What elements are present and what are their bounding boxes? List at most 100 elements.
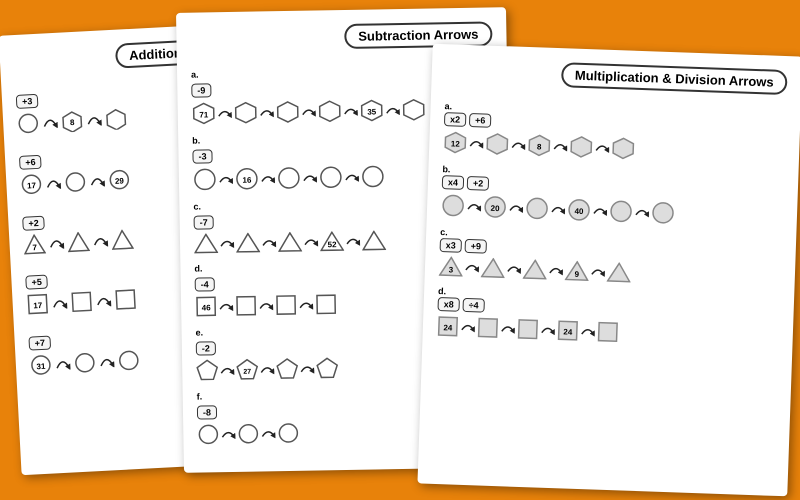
pentagon-shape: 27 [236,359,258,381]
square-shape [477,316,500,339]
arc-arrow [507,263,521,273]
arc-arrow [55,357,72,370]
arc-arrow [95,294,112,307]
arc-arrow [299,300,313,310]
addition-problem-a: +3 8 [16,82,200,134]
triangle-shape [194,233,218,253]
op-badge: +3 [16,94,39,109]
arc-arrow [219,301,233,311]
svg-text:17: 17 [27,181,37,190]
arc-arrow [221,429,235,439]
arc-arrow [302,106,316,116]
arc-arrow [461,322,475,332]
svg-text:12: 12 [451,139,461,148]
square-shape [517,318,540,341]
square-shape [315,293,337,315]
hexagon-shape [611,136,636,161]
circle-shape [237,423,259,445]
circle-shape [525,196,550,221]
mul-problem-d: d. x8 ÷4 24 24 [437,286,781,349]
triangle-shape [278,232,302,252]
svg-text:35: 35 [367,107,377,116]
arc-arrow [465,262,479,272]
arc-arrow [51,297,68,310]
circle-shape [361,164,385,188]
arc-arrow [220,365,234,375]
circle-shape [441,193,466,218]
circle-shape [117,349,140,372]
addition-problem-c: +2 7 [22,204,206,254]
pentagon-shape [196,359,218,381]
square-shape [235,295,257,317]
arc-arrow [261,428,275,438]
circle-shape: 16 [235,166,259,190]
svg-text:31: 31 [36,362,46,371]
arc-arrow [595,142,609,152]
arc-arrow [509,202,523,212]
arc-arrow [386,105,400,115]
arc-arrow [304,236,318,246]
arc-arrow [581,326,595,336]
circle-shape [319,165,343,189]
hexagon-shape: 8 [61,110,84,133]
square-shape: 17 [26,293,49,316]
hexagon-shape: 71 [192,101,216,125]
svg-text:40: 40 [574,207,584,216]
svg-text:27: 27 [243,369,251,376]
square-shape [70,290,93,313]
circle-shape: 29 [108,168,131,191]
square-shape: 24 [556,319,579,342]
arc-arrow [89,174,106,187]
hexagon-shape: 35 [360,98,384,122]
hexagon-shape: 8 [527,133,552,158]
multiplication-worksheet: Multiplication & Division Arrows a. x2 +… [417,44,800,497]
triangle-shape: 3 [439,256,464,277]
arc-arrow [260,107,274,117]
arc-arrow [92,234,109,247]
arc-arrow [42,116,59,129]
arc-arrow [635,207,649,217]
arc-arrow [99,355,116,368]
op-badge: +2 [22,216,45,231]
arc-arrow [593,205,607,215]
op-badge: +7 [28,335,51,350]
hexagon-shape [105,107,128,130]
triangle-shape [481,258,506,279]
arc-arrow [260,364,274,374]
circle-shape: 40 [567,197,592,222]
hexagon-shape [485,132,510,157]
square-shape [596,321,619,344]
arc-arrow [344,106,358,116]
op-badge: +5 [25,275,48,290]
arc-arrow [262,237,276,247]
arc-arrow [86,114,103,127]
svg-text:71: 71 [199,110,209,119]
arc-arrow [541,325,555,335]
svg-text:24: 24 [563,327,573,336]
svg-text:52: 52 [328,240,338,249]
svg-text:29: 29 [115,176,125,185]
triangle-shape [67,231,90,252]
circle-shape [651,200,676,225]
svg-text:16: 16 [242,176,252,185]
circle-shape [197,423,219,445]
triangle-shape [607,262,632,283]
mul-problem-c: c. x3 +9 3 9 [439,227,783,288]
triangle-shape [236,232,260,252]
hexagon-shape [276,100,300,124]
triangle-shape: 9 [565,260,590,281]
svg-text:17: 17 [33,301,43,310]
circle-shape [193,167,217,191]
circle-shape [64,170,87,193]
addition-problem-b: +6 17 29 [19,143,203,195]
mul-problem-b: b. x4 +2 20 40 [441,164,785,229]
triangle-shape [523,259,548,280]
mul-problem-a: a. x2 +6 12 8 [443,101,787,166]
square-shape: 24 [437,315,460,338]
arc-arrow [511,139,525,149]
arc-arrow [551,204,565,214]
pentagon-shape [316,357,338,379]
hexagon-shape [569,135,594,160]
arc-arrow [48,237,65,250]
circle-shape [73,351,96,374]
